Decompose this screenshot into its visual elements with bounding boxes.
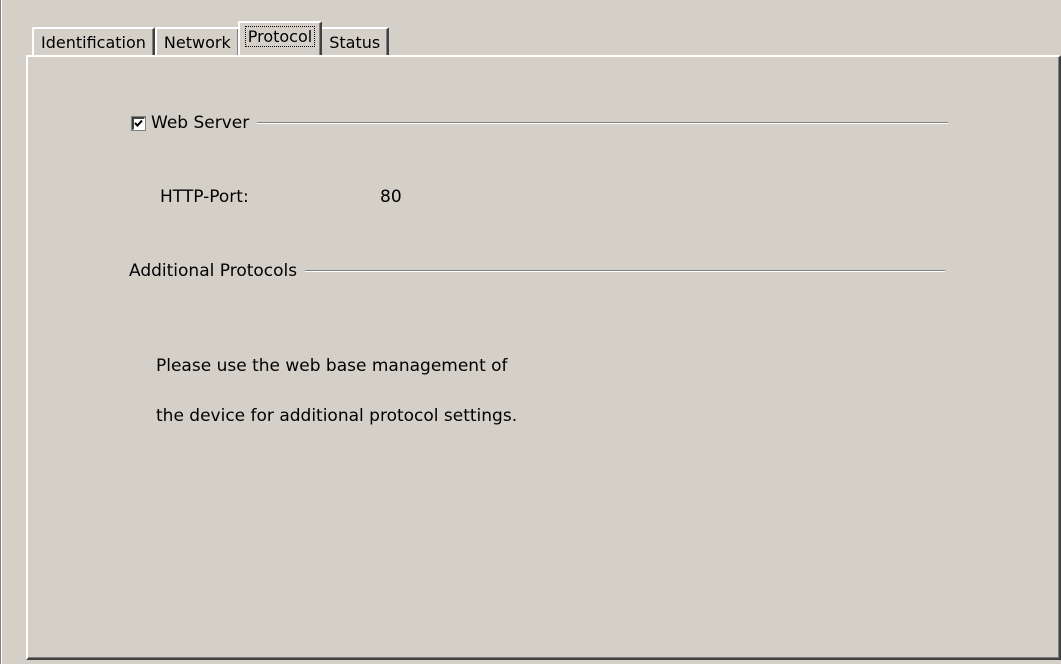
tab-network[interactable]: Network: [154, 27, 240, 55]
additional-protocols-note: Please use the web base management of th…: [156, 329, 517, 454]
tab-protocol[interactable]: Protocol: [237, 21, 323, 55]
web-server-separator: [257, 122, 948, 124]
tab-status[interactable]: Status: [320, 27, 390, 55]
protocol-tab-panel: Web Server HTTP-Port: 80 Additional Prot…: [26, 55, 1061, 660]
web-server-checkbox[interactable]: [132, 116, 145, 130]
tab-identification[interactable]: Identification: [32, 27, 155, 55]
additional-protocols-title: Additional Protocols: [129, 261, 298, 281]
tab-network-label: Network: [163, 32, 231, 52]
additional-protocols-group-header: Additional Protocols: [129, 261, 945, 281]
protocol-dialog: Identification Network Protocol Status W…: [0, 0, 1061, 664]
tab-strip: Identification Network Protocol Status: [32, 21, 390, 55]
note-line-2: the device for additional protocol setti…: [156, 406, 518, 426]
http-port-label: HTTP-Port:: [160, 187, 249, 207]
checkmark-icon: [134, 119, 143, 127]
tab-protocol-label: Protocol: [244, 25, 316, 47]
tab-identification-label: Identification: [41, 32, 146, 52]
additional-protocols-separator: [305, 270, 945, 272]
http-port-value: 80: [380, 187, 402, 207]
window-edge: [0, 0, 3, 664]
tab-status-label: Status: [329, 32, 381, 52]
note-line-1: Please use the web base management of: [156, 356, 508, 376]
web-server-group-header: Web Server: [132, 113, 948, 133]
web-server-label[interactable]: Web Server: [151, 113, 249, 133]
